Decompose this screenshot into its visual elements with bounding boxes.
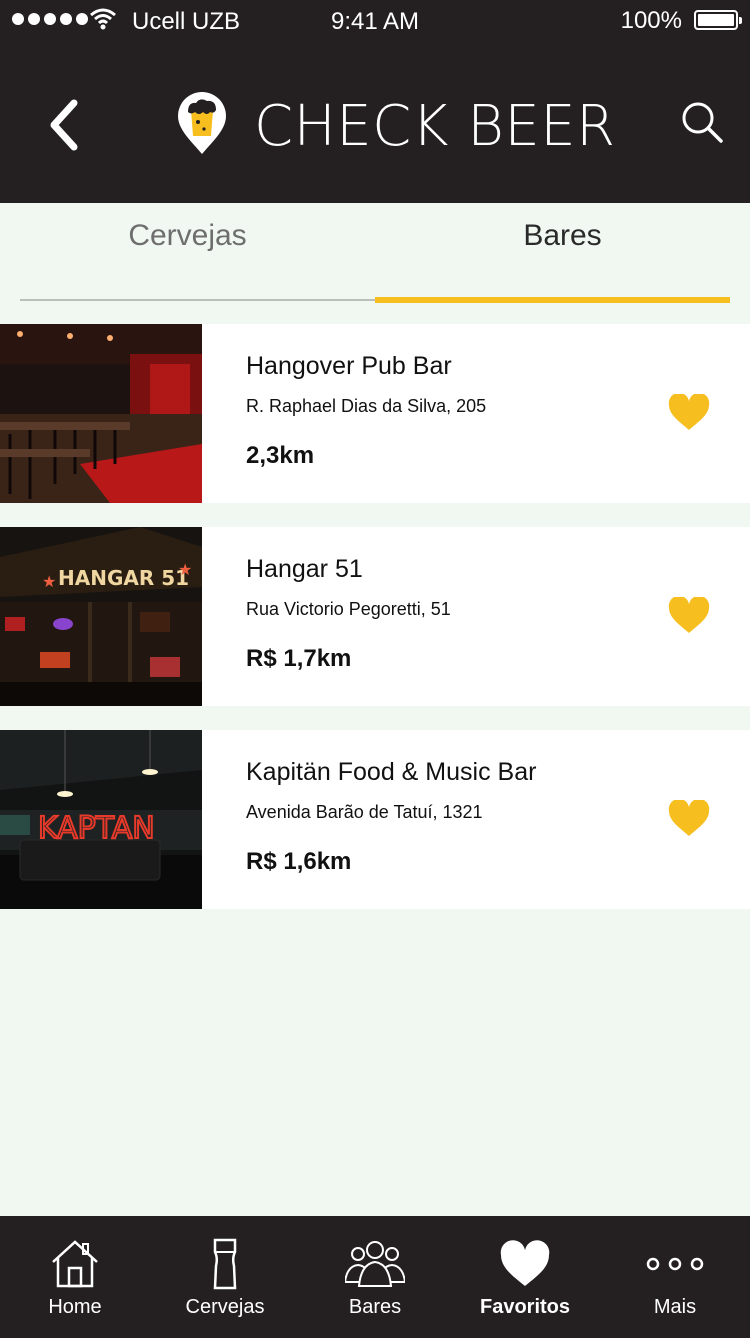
app-header: Ucell UZB 9:41 AM 100% CHECK BEER xyxy=(0,0,750,203)
segment-tabs: Cervejas Bares xyxy=(0,203,750,303)
nav-label: Cervejas xyxy=(185,1296,265,1318)
tab-bares[interactable]: Bares xyxy=(375,219,750,253)
svg-text:★: ★ xyxy=(178,562,192,579)
heart-icon xyxy=(500,1240,550,1286)
svg-text:★: ★ xyxy=(42,574,56,591)
bar-distance: R$ 1,6km xyxy=(246,848,352,875)
bar-sign-text: HANGAR 51 xyxy=(58,566,189,590)
back-arrow-icon[interactable] xyxy=(40,95,90,155)
active-tab-indicator xyxy=(375,297,730,303)
bar-name: Hangover Pub Bar xyxy=(246,352,452,380)
bar-address: R. Raphael Dias da Silva, 205 xyxy=(246,396,487,416)
nav-item-bares[interactable]: Bares xyxy=(300,1216,450,1338)
bar-address: Avenida Barão de Tatuí, 1321 xyxy=(246,802,483,822)
nav-item-favoritos[interactable]: Favoritos xyxy=(450,1216,600,1338)
nav-label: Mais xyxy=(653,1296,697,1318)
nav-item-cervejas[interactable]: Cervejas xyxy=(150,1216,300,1338)
tab-cervejas[interactable]: Cervejas xyxy=(0,219,375,253)
bar-photo: KAPTAN xyxy=(0,730,202,909)
nav-item-mais[interactable]: Mais xyxy=(600,1216,750,1338)
favorite-heart-icon[interactable] xyxy=(668,800,710,838)
battery-percentage: 100% xyxy=(620,7,682,34)
bar-distance: R$ 1,7km xyxy=(246,645,352,672)
bar-photo xyxy=(0,324,202,503)
bar-name: Hangar 51 xyxy=(246,555,363,583)
nav-label: Favoritos xyxy=(479,1296,571,1318)
beer-pin-logo-icon xyxy=(178,92,226,154)
bar-card[interactable]: HANGAR 51 ★ ★ Hangar 51 Rua Victorio Peg… xyxy=(0,527,750,706)
favorite-heart-icon[interactable] xyxy=(668,394,710,432)
bar-card[interactable]: KAPTAN Kapitän Food & Music Bar Avenida … xyxy=(0,730,750,909)
bottom-nav: Home Cervejas Bares Favoritos Mais xyxy=(0,1216,750,1338)
people-icon xyxy=(345,1241,405,1287)
bar-distance: 2,3km xyxy=(246,442,315,469)
bar-card[interactable]: Hangover Pub Bar R. Raphael Dias da Silv… xyxy=(0,324,750,503)
bar-photo: HANGAR 51 ★ ★ xyxy=(0,527,202,706)
search-icon[interactable] xyxy=(680,100,724,144)
nav-label: Home xyxy=(48,1296,102,1318)
app-title: CHECK BEER xyxy=(254,94,616,159)
status-bar: Ucell UZB 9:41 AM 100% xyxy=(0,0,750,44)
battery-icon xyxy=(694,10,742,30)
home-icon xyxy=(52,1240,98,1288)
nav-item-home[interactable]: Home xyxy=(0,1216,150,1338)
tab-divider xyxy=(20,299,375,301)
nav-label: Bares xyxy=(348,1296,402,1318)
bar-address: Rua Victorio Pegoretti, 51 xyxy=(246,599,451,619)
more-icon xyxy=(646,1257,704,1271)
bar-name: Kapitän Food & Music Bar xyxy=(246,758,537,786)
beer-glass-icon xyxy=(213,1238,237,1290)
favorite-heart-icon[interactable] xyxy=(668,597,710,635)
